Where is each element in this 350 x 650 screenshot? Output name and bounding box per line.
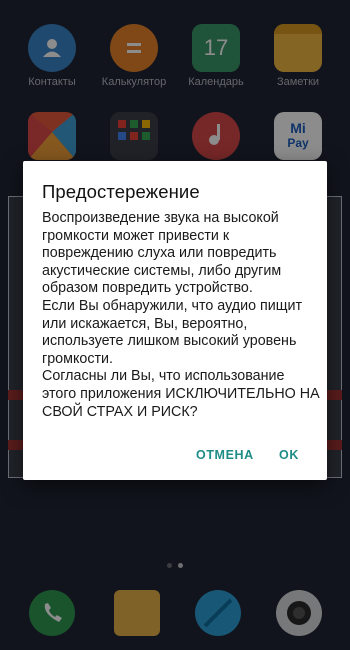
- dialog-message-line: Если Вы обнаружили, что аудио пищит или …: [42, 297, 303, 367]
- dialog-message: Воспроизведение звука на высокой громкос…: [42, 210, 322, 421]
- cancel-button[interactable]: ОТМЕНА: [196, 448, 254, 462]
- dialog-message-line: Воспроизведение звука на высокой громкос…: [42, 210, 282, 297]
- ok-button[interactable]: OK: [279, 448, 299, 462]
- dialog-message-line: Согласны ли Вы, что использование этого …: [42, 368, 320, 420]
- warning-dialog: Предостережение Воспроизведение звука на…: [23, 161, 327, 480]
- dialog-title: Предостережение: [42, 181, 200, 202]
